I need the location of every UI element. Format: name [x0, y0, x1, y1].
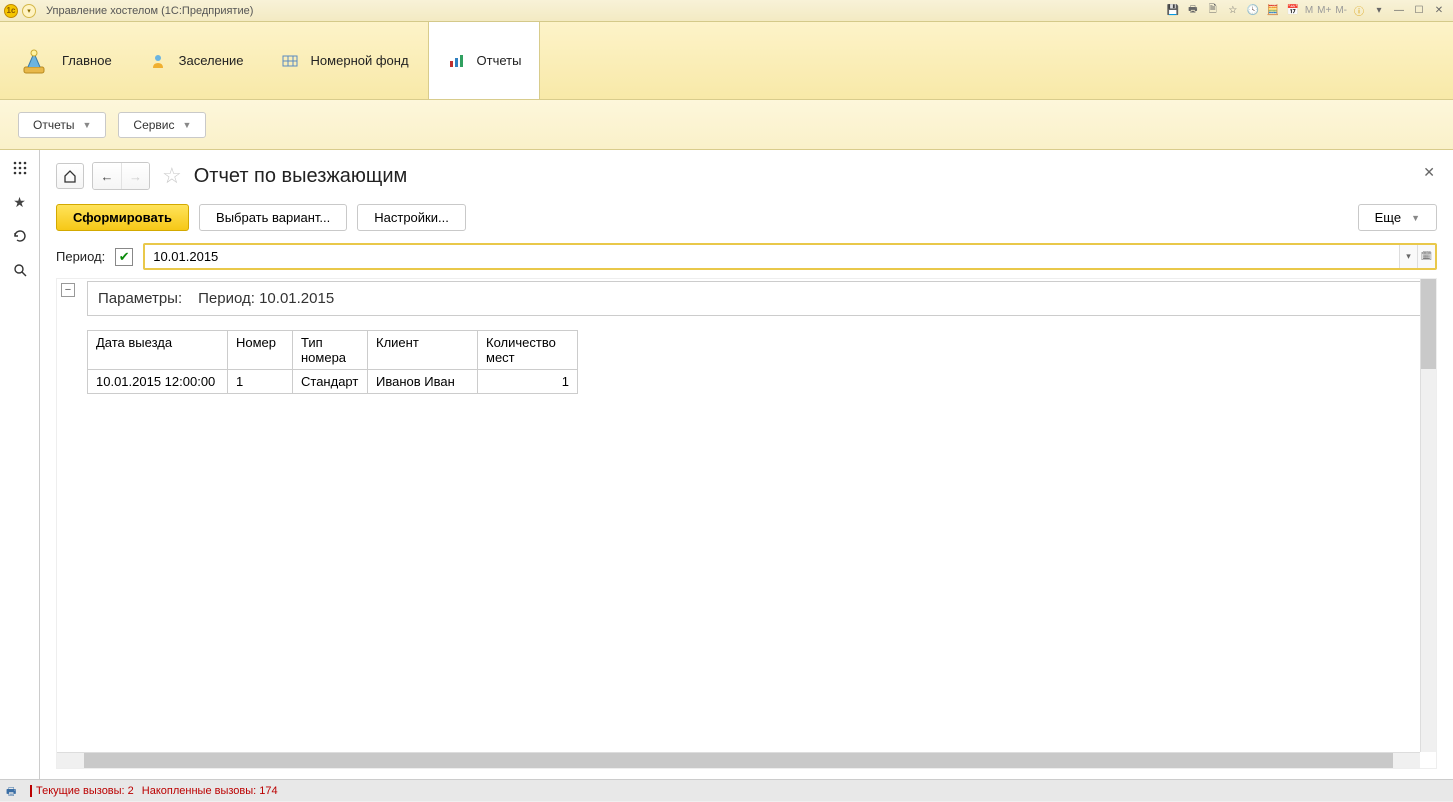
sub-toolbar: Отчеты ▼ Сервис ▼: [0, 100, 1453, 150]
nav-label: Отчеты: [477, 53, 522, 68]
info-icon[interactable]: ⓘ: [1350, 3, 1368, 19]
status-accum-calls: Накопленные вызовы: 174: [142, 785, 278, 797]
horizontal-scrollbar[interactable]: [57, 752, 1420, 768]
report-params-box: Параметры: Период: 10.01.2015: [87, 281, 1434, 316]
nav-item-reports[interactable]: Отчеты: [428, 22, 541, 99]
search-rail-icon[interactable]: [12, 262, 28, 278]
maximize-icon[interactable]: ☐: [1410, 3, 1428, 19]
apps-grid-icon[interactable]: [12, 160, 28, 176]
page-title: Отчет по выезжающим: [194, 165, 408, 188]
memory-mminus-label: M-: [1333, 5, 1349, 16]
period-input-wrap: ▾ 🗓: [143, 243, 1437, 270]
nav-label: Номерной фонд: [311, 53, 409, 68]
chevron-down-icon: ▼: [82, 120, 91, 130]
content-area: ✕ ← → ☆ Отчет по выезжающим Сформировать…: [40, 150, 1453, 779]
nav-label: Заселение: [179, 53, 244, 68]
history-rail-icon[interactable]: [12, 228, 28, 244]
period-label: Период:: [56, 249, 105, 264]
person-icon: [149, 52, 167, 70]
star-icon[interactable]: ★: [12, 194, 28, 210]
col-room-type: Тип номера: [293, 331, 368, 370]
app-logo-icon: 1c: [4, 4, 18, 18]
memory-mplus-label: M+: [1315, 5, 1333, 16]
cell-client: Иванов Иван: [368, 370, 478, 394]
collapse-handle-icon[interactable]: −: [61, 283, 75, 297]
nav-item-main[interactable]: Главное: [0, 22, 131, 99]
reports-dropdown-button[interactable]: Отчеты ▼: [18, 112, 106, 138]
home-button[interactable]: [56, 163, 84, 189]
cell-number: 1: [228, 370, 293, 394]
service-dropdown-button[interactable]: Сервис ▼: [118, 112, 206, 138]
generate-button[interactable]: Сформировать: [56, 204, 189, 231]
cell-date: 10.01.2015 12:00:00: [88, 370, 228, 394]
period-calendar-icon[interactable]: 🗓: [1417, 245, 1435, 268]
vertical-scrollbar[interactable]: [1420, 279, 1436, 752]
favorite-page-icon[interactable]: ☆: [162, 163, 182, 189]
main-nav: Главное Заселение Номерной фонд Отчеты: [0, 22, 1453, 100]
button-label: Отчеты: [33, 118, 74, 132]
button-label: Сервис: [133, 118, 174, 132]
grid-icon: [281, 52, 299, 70]
left-rail: ★: [0, 150, 40, 779]
more-button[interactable]: Еще ▼: [1358, 204, 1437, 231]
status-current-calls: Текущие вызовы: 2: [30, 785, 134, 797]
lamp-icon: [18, 45, 50, 77]
col-places: Количество мест: [478, 331, 578, 370]
button-label: Еще: [1375, 210, 1401, 225]
period-checkbox[interactable]: ✔: [115, 248, 133, 266]
col-number: Номер: [228, 331, 293, 370]
table-row[interactable]: 10.01.2015 12:00:00 1 Стандарт Иванов Ив…: [88, 370, 578, 394]
printer-status-icon: 🖶: [6, 783, 22, 799]
app-menu-dropdown[interactable]: ▾: [22, 4, 36, 18]
col-client: Клиент: [368, 331, 478, 370]
chart-icon: [447, 52, 465, 70]
choose-variant-button[interactable]: Выбрать вариант...: [199, 204, 347, 231]
params-label: Параметры:: [98, 290, 182, 307]
cell-places: 1: [478, 370, 578, 394]
close-window-icon[interactable]: ✕: [1430, 3, 1448, 19]
nav-back-forward: ← →: [92, 162, 150, 190]
favorite-icon[interactable]: ☆: [1224, 3, 1242, 19]
preview-icon[interactable]: 🗎: [1204, 3, 1222, 19]
report-area: − Параметры: Период: 10.01.2015 Дата вые…: [56, 278, 1437, 769]
info-dropdown-icon[interactable]: ▾: [1370, 3, 1388, 19]
settings-button[interactable]: Настройки...: [357, 204, 466, 231]
period-input[interactable]: [145, 245, 1399, 268]
history-icon[interactable]: 🕓: [1244, 3, 1262, 19]
col-departure-date: Дата выезда: [88, 331, 228, 370]
nav-label: Главное: [62, 53, 112, 68]
cell-type: Стандарт: [293, 370, 368, 394]
status-bar: 🖶 Текущие вызовы: 2 Накопленные вызовы: …: [0, 779, 1453, 801]
period-dropdown-icon[interactable]: ▾: [1399, 245, 1417, 268]
params-value: Период: 10.01.2015: [198, 290, 334, 307]
calculator-icon[interactable]: 🧮: [1264, 3, 1282, 19]
chevron-down-icon: ▼: [1411, 213, 1420, 223]
close-page-icon[interactable]: ✕: [1423, 164, 1435, 181]
calendar-icon[interactable]: 📅: [1284, 3, 1302, 19]
titlebar: 1c ▾ Управление хостелом (1С:Предприятие…: [0, 0, 1453, 22]
report-table: Дата выезда Номер Тип номера Клиент Коли…: [87, 330, 578, 394]
back-button[interactable]: ←: [93, 163, 121, 189]
window-title: Управление хостелом (1С:Предприятие): [46, 5, 253, 17]
chevron-down-icon: ▼: [183, 120, 192, 130]
save-icon[interactable]: 💾: [1164, 3, 1182, 19]
minimize-icon[interactable]: —: [1390, 3, 1408, 19]
table-header-row: Дата выезда Номер Тип номера Клиент Коли…: [88, 331, 578, 370]
nav-item-checkin[interactable]: Заселение: [131, 22, 263, 99]
forward-button[interactable]: →: [121, 163, 149, 189]
memory-m-label: M: [1303, 5, 1315, 16]
nav-item-rooms[interactable]: Номерной фонд: [263, 22, 428, 99]
print-icon[interactable]: 🖶: [1184, 3, 1202, 19]
